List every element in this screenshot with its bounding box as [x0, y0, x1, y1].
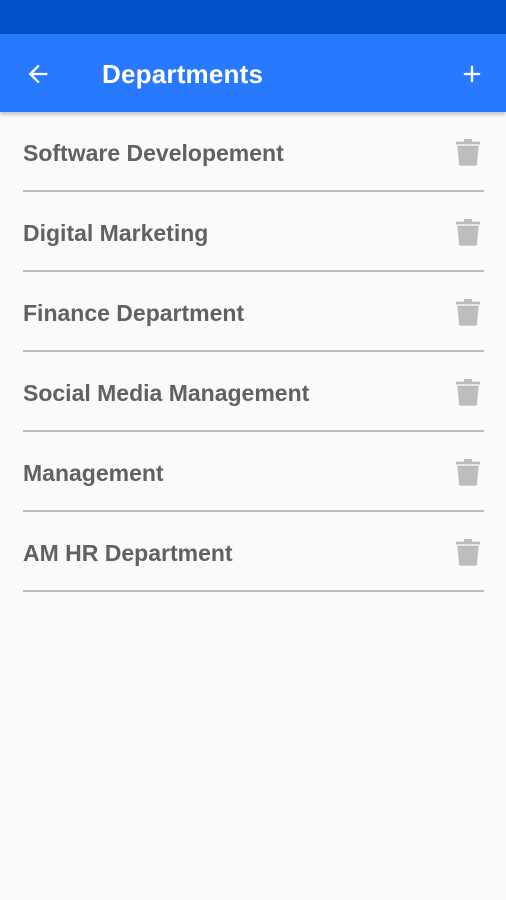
- delete-button[interactable]: [454, 538, 482, 568]
- arrow-back-icon: [28, 64, 48, 84]
- page-title: Departments: [102, 59, 264, 89]
- department-name: Management: [23, 460, 164, 486]
- delete-button[interactable]: [454, 298, 482, 328]
- department-name: Finance Department: [23, 300, 245, 326]
- plus-icon: [463, 65, 481, 83]
- list-item[interactable]: Digital Marketing: [23, 192, 484, 272]
- list-item[interactable]: Finance Department: [23, 272, 484, 352]
- delete-button[interactable]: [454, 378, 482, 408]
- app-bar: Departments: [0, 34, 506, 112]
- delete-button[interactable]: [454, 458, 482, 488]
- status-bar: [0, 0, 506, 34]
- list-item[interactable]: AM HR Department: [23, 512, 484, 592]
- list-item[interactable]: Social Media Management: [23, 352, 484, 432]
- trash-icon: [456, 139, 480, 166]
- trash-icon: [456, 219, 480, 246]
- trash-icon: [456, 459, 480, 486]
- add-department-button[interactable]: [452, 54, 492, 94]
- list-item[interactable]: Software Developement: [23, 112, 484, 192]
- trash-icon: [456, 539, 480, 566]
- list-item[interactable]: Management: [23, 432, 484, 512]
- department-name: AM HR Department: [23, 540, 233, 566]
- delete-button[interactable]: [454, 138, 482, 168]
- department-name: Digital Marketing: [23, 220, 209, 246]
- department-name: Software Developement: [23, 140, 284, 166]
- trash-icon: [456, 299, 480, 326]
- department-name: Social Media Management: [23, 380, 310, 406]
- delete-button[interactable]: [454, 218, 482, 248]
- back-button[interactable]: [18, 54, 58, 94]
- department-list: Software Developement Digital Marketing …: [0, 112, 506, 592]
- trash-icon: [456, 379, 480, 406]
